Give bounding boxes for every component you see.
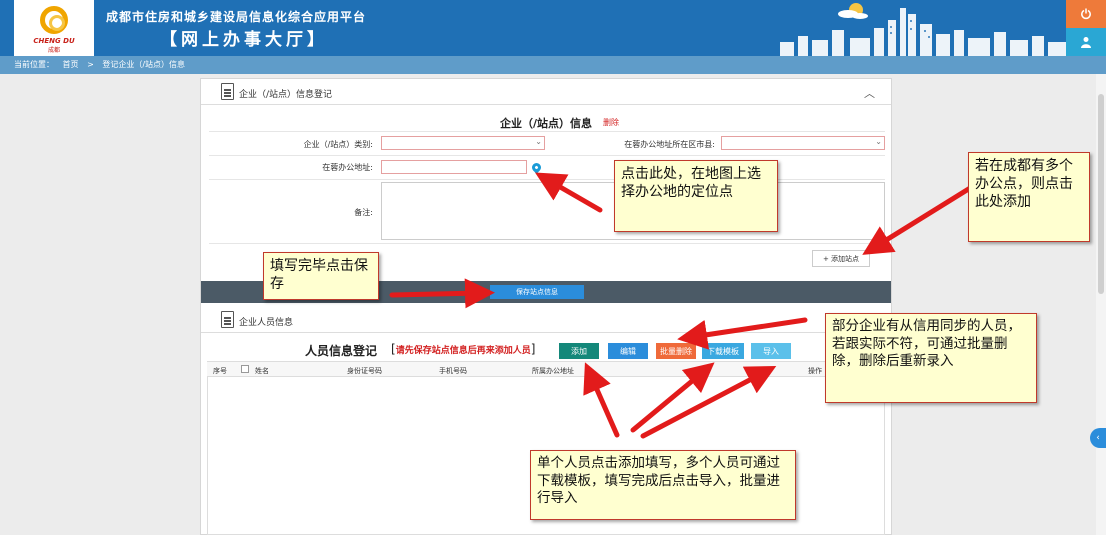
district-label: 在蓉办公地址所在区市县:: [624, 140, 715, 149]
note-sync-tip: 部分企业有从信用同步的人员，若跟实际不符，可通过批量删除，删除后重新录入: [825, 313, 1037, 403]
scrollbar-thumb[interactable]: [1098, 94, 1104, 294]
col-name: 姓名: [255, 367, 269, 375]
breadcrumb: 当前位置： 首页 > 登记企业（/站点）信息: [0, 56, 1106, 74]
address-input[interactable]: [381, 160, 527, 174]
note-bracket-close: ]: [530, 342, 536, 356]
note-add-site-tip: 若在成都有多个办公点，则点击此处添加: [968, 152, 1090, 242]
import-button[interactable]: 导入: [751, 343, 791, 359]
delete-site-link[interactable]: 删除: [603, 117, 619, 128]
row-divider: [209, 131, 885, 132]
save-site-button[interactable]: 保存站点信息: [490, 285, 584, 299]
staff-register-note: [请先保存站点信息后再来添加人员]: [391, 342, 535, 356]
document-icon: [221, 311, 234, 328]
breadcrumb-current: 登记企业（/站点）信息: [102, 60, 186, 69]
staff-section-header: 企业人员信息: [201, 307, 891, 333]
row-divider: [209, 243, 885, 244]
chevron-up-icon[interactable]: ︿: [864, 85, 875, 101]
site-type-label: 企业（/站点）类别:: [303, 140, 373, 149]
logo-cn-text: 成都: [47, 47, 60, 54]
row-divider: [209, 179, 885, 180]
logo-ring-icon: [40, 6, 68, 34]
add-site-button[interactable]: + 添加站点: [812, 250, 870, 267]
note-text: 请先保存站点信息后再来添加人员: [395, 346, 531, 356]
staff-register-title: 人员信息登记: [305, 344, 378, 358]
user-icon[interactable]: [1066, 28, 1106, 56]
batch-delete-button[interactable]: 批量删除: [656, 343, 696, 359]
document-icon: [221, 83, 234, 100]
col-phone: 手机号码: [439, 367, 467, 375]
col-action: 操作: [808, 367, 822, 375]
staff-table-header: 序号 姓名 身份证号码 手机号码 所属办公地址 操作: [207, 361, 885, 377]
city-skyline-illustration: [780, 3, 1066, 56]
power-icon[interactable]: [1066, 0, 1106, 28]
edit-staff-button[interactable]: 编辑: [608, 343, 648, 359]
site-form-title: 企业（/站点）信息: [499, 117, 593, 130]
site-type-select[interactable]: ⌄: [381, 136, 545, 150]
breadcrumb-separator: >: [87, 60, 94, 69]
site-section-header: 企业（/站点）信息登记 ︿: [201, 79, 891, 105]
select-all-checkbox[interactable]: [241, 365, 249, 373]
download-template-button[interactable]: 下载模板: [702, 343, 744, 359]
remark-label: 备注:: [354, 208, 373, 217]
breadcrumb-home[interactable]: 首页: [63, 60, 79, 69]
chengdu-logo: CHENG DU 成都: [14, 0, 94, 56]
staff-section-title: 企业人员信息: [239, 318, 294, 328]
district-select[interactable]: ⌄: [721, 136, 885, 150]
row-divider: [209, 155, 885, 156]
address-label: 在蓉办公地址:: [322, 163, 373, 172]
col-id-number: 身份证号码: [347, 367, 382, 375]
page-scrollbar[interactable]: [1096, 74, 1106, 535]
col-index: 序号: [213, 367, 227, 375]
note-save-tip: 填写完毕点击保存: [263, 252, 379, 300]
site-section-title: 企业（/站点）信息登记: [239, 90, 333, 100]
chevron-down-icon: ⌄: [535, 137, 542, 146]
platform-title: 成都市住房和城乡建设局信息化综合应用平台: [106, 10, 367, 24]
platform-subtitle: 【网上办事大厅】: [160, 30, 328, 50]
top-header: CHENG DU 成都 成都市住房和城乡建设局信息化综合应用平台 【网上办事大厅…: [0, 0, 1106, 56]
chevron-down-icon: ⌄: [875, 137, 882, 146]
logo-en-text: CHENG DU: [33, 37, 75, 45]
note-staff-tip: 单个人员点击添加填写，多个人员可通过下载模板，填写完成后点击导入，批量进行导入: [530, 450, 796, 520]
add-staff-button[interactable]: 添加: [559, 343, 599, 359]
map-pin-icon[interactable]: [530, 161, 543, 174]
col-office-address: 所属办公地址: [532, 367, 574, 375]
chevron-left-icon[interactable]: ‹: [1090, 428, 1106, 448]
breadcrumb-prefix: 当前位置：: [14, 60, 54, 69]
note-map-tip: 点击此处，在地图上选择办公地的定位点: [614, 160, 778, 232]
